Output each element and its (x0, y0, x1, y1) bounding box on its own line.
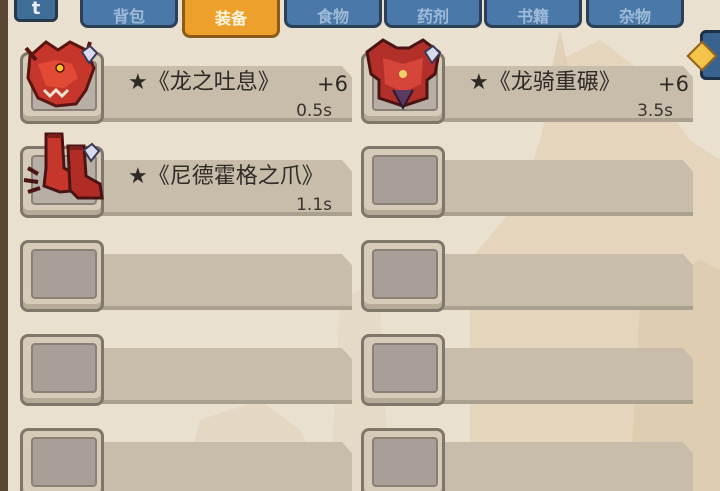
slot-plate (98, 348, 352, 404)
item-frame (361, 240, 445, 312)
equipment-slot-empty[interactable] (20, 230, 352, 314)
slot-plate (439, 160, 693, 216)
tab-food[interactable]: 食物 (284, 0, 382, 28)
slot-plate (98, 254, 352, 310)
tab-label: 背包 (112, 7, 145, 26)
equipment-slot-empty[interactable] (20, 418, 352, 491)
tab-label: 书籍 (516, 7, 549, 26)
item-level: +6 (317, 72, 348, 96)
equipment-slot-empty[interactable] (361, 324, 693, 408)
tab-books[interactable]: 书籍 (484, 0, 582, 28)
item-frame-inner (372, 155, 438, 205)
item-frame (20, 240, 104, 312)
item-level: +6 (658, 72, 689, 96)
equipment-slot-empty[interactable] (361, 136, 693, 220)
equipment-slot-empty[interactable] (361, 230, 693, 314)
tab-label: 装备 (214, 9, 247, 28)
item-cooldown: 1.1s (296, 195, 332, 215)
tab-misc[interactable]: 杂物 (586, 0, 684, 28)
crystal-icon (82, 142, 101, 163)
item-frame (361, 428, 445, 491)
item-frame-inner (31, 437, 97, 487)
item-frame-inner (372, 249, 438, 299)
slot-plate (98, 442, 352, 491)
item-name: ★《龙之吐息》 (128, 70, 280, 95)
item-frame (361, 146, 445, 218)
equipment-slot[interactable]: ★《龙骑重碾》 +6 3.5s (361, 38, 693, 126)
item-frame (20, 334, 104, 406)
tab-label: 食物 (316, 7, 349, 26)
equipment-slot[interactable]: ★《尼德霍格之爪》 1.1s (20, 132, 352, 220)
slot-plate (439, 348, 693, 404)
equipment-slot-empty[interactable] (20, 324, 352, 408)
slot-plate (439, 442, 693, 491)
left-frame (0, 0, 8, 491)
item-frame-inner (31, 249, 97, 299)
item-cooldown: 0.5s (296, 101, 332, 121)
corner-button-label: t (31, 0, 41, 19)
dragon-claw-boots-icon (23, 132, 104, 200)
item-frame (361, 334, 445, 406)
item-frame-inner (372, 437, 438, 487)
item-name: ★《龙骑重碾》 (469, 70, 621, 95)
item-frame (20, 428, 104, 491)
side-expand-button[interactable] (686, 30, 720, 80)
crystal-icon (80, 44, 99, 65)
item-frame-inner (372, 343, 438, 393)
equipment-slot[interactable]: ★《龙之吐息》 +6 0.5s (20, 40, 352, 126)
item-name: ★《尼德霍格之爪》 (128, 164, 324, 189)
item-frame-inner (31, 343, 97, 393)
tab-potions[interactable]: 药剂 (384, 0, 482, 28)
inventory-screen: t 背包 装备 食物 药剂 书籍 杂物 ★《龙之吐息》 +6 0.5s ★《龙骑… (0, 0, 720, 491)
crystal-icon (423, 44, 442, 65)
slot-plate (439, 254, 693, 310)
item-cooldown: 3.5s (637, 101, 673, 121)
tab-label: 药剂 (416, 7, 449, 26)
tab-equipment[interactable]: 装备 (182, 0, 280, 38)
corner-button[interactable]: t (14, 0, 58, 22)
tab-label: 杂物 (618, 7, 651, 26)
tab-bag[interactable]: 背包 (80, 0, 178, 28)
equipment-slot-empty[interactable] (361, 418, 693, 491)
